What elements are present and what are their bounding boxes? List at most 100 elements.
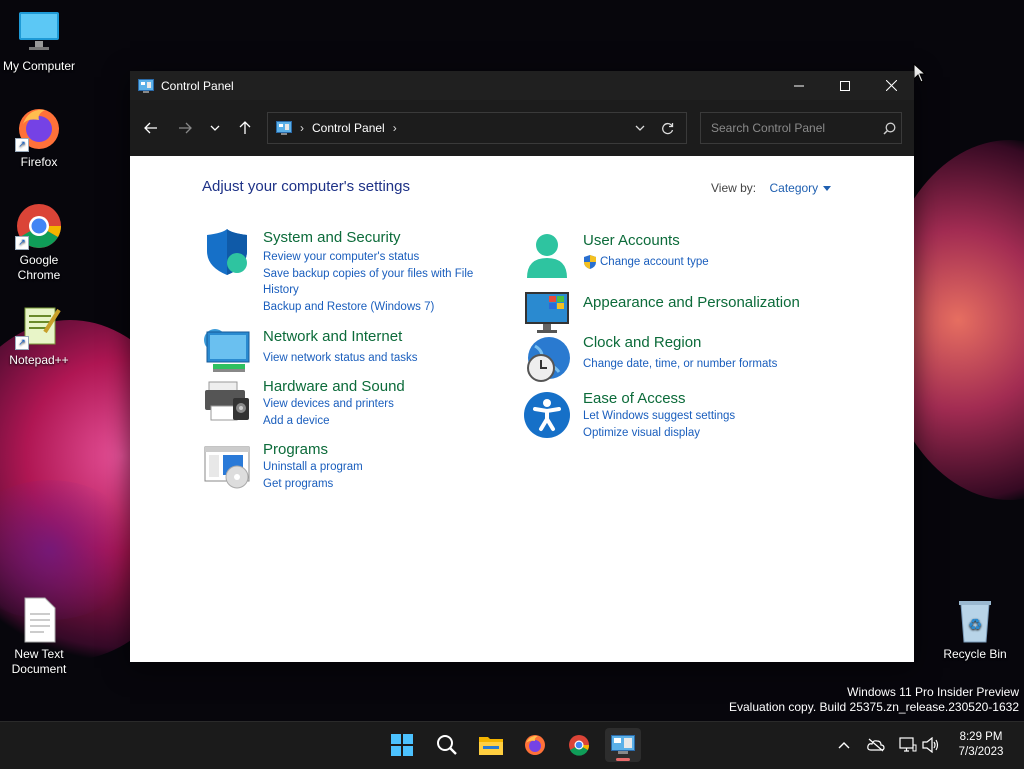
taskbar-search-button[interactable] bbox=[429, 728, 465, 762]
link-change-date-time[interactable]: Change date, time, or number formats bbox=[583, 356, 777, 373]
monitor-icon[interactable] bbox=[523, 288, 571, 336]
link-uninstall-program[interactable]: Uninstall a program bbox=[263, 459, 363, 476]
breadcrumb-item[interactable]: Control Panel bbox=[312, 121, 385, 135]
search-box[interactable] bbox=[700, 112, 902, 144]
network-icon[interactable] bbox=[203, 328, 251, 376]
taskbar-clock[interactable]: 8:29 PM 7/3/2023 bbox=[948, 730, 1014, 760]
forward-button[interactable] bbox=[168, 112, 202, 144]
title-bar[interactable]: Control Panel bbox=[130, 71, 914, 100]
refresh-icon bbox=[662, 122, 674, 134]
link-windows-suggest[interactable]: Let Windows suggest settings bbox=[583, 408, 735, 425]
computer-icon bbox=[15, 8, 63, 56]
desktop-icon-recycle-bin[interactable]: ♻ Recycle Bin bbox=[937, 596, 1013, 662]
taskbar-file-explorer[interactable] bbox=[473, 728, 509, 762]
onedrive-tray-button[interactable] bbox=[866, 735, 886, 755]
view-by-value: Category bbox=[769, 181, 819, 195]
view-by-dropdown[interactable]: Category bbox=[769, 181, 832, 195]
taskbar-control-panel[interactable] bbox=[605, 728, 641, 762]
maximize-icon bbox=[840, 80, 850, 91]
category-title[interactable]: Clock and Region bbox=[583, 334, 701, 351]
category-links: Change account type bbox=[583, 254, 709, 271]
network-tray-button[interactable] bbox=[898, 735, 918, 755]
breadcrumb-separator-icon[interactable]: › bbox=[393, 121, 397, 135]
clock-date: 7/3/2023 bbox=[958, 746, 1004, 758]
watermark-line: Evaluation copy. Build 25375.zn_release.… bbox=[729, 700, 1019, 714]
start-icon bbox=[391, 734, 413, 756]
recent-locations-button[interactable] bbox=[202, 112, 228, 144]
user-icon[interactable] bbox=[523, 232, 571, 280]
chrome-icon: ↗ bbox=[15, 202, 63, 250]
link-optimize-display[interactable]: Optimize visual display bbox=[583, 425, 735, 442]
svg-text:♻: ♻ bbox=[968, 615, 982, 634]
link-get-programs[interactable]: Get programs bbox=[263, 476, 363, 493]
clock-time: 8:29 PM bbox=[959, 731, 1003, 743]
link-backup-restore[interactable]: Backup and Restore (Windows 7) bbox=[263, 299, 473, 316]
desktop-icon-firefox[interactable]: ↗ Firefox bbox=[1, 104, 77, 170]
desktop-icon-notepadpp[interactable]: ↗ Notepad++ bbox=[1, 302, 77, 368]
active-app-indicator bbox=[616, 758, 630, 761]
taskbar: 8:29 PM 7/3/2023 bbox=[0, 721, 1024, 769]
category-title[interactable]: Appearance and Personalization bbox=[583, 294, 800, 311]
shield-icon[interactable] bbox=[203, 229, 251, 277]
page-heading: Adjust your computer's settings bbox=[202, 178, 410, 195]
link-change-account-type[interactable]: Change account type bbox=[583, 254, 709, 271]
category-title[interactable]: Ease of Access bbox=[583, 390, 686, 407]
show-hidden-icons-button[interactable] bbox=[834, 735, 854, 755]
search-icon[interactable] bbox=[883, 122, 896, 135]
maximize-button[interactable] bbox=[822, 71, 868, 100]
up-button[interactable] bbox=[228, 112, 262, 144]
link-save-backup[interactable]: Save backup copies of your files with Fi… bbox=[263, 266, 473, 283]
start-button[interactable] bbox=[384, 728, 420, 762]
category-title[interactable]: Hardware and Sound bbox=[263, 378, 405, 395]
printer-icon[interactable] bbox=[203, 378, 251, 426]
category-title[interactable]: Network and Internet bbox=[263, 328, 402, 345]
search-input[interactable] bbox=[709, 120, 873, 136]
back-button[interactable] bbox=[134, 112, 168, 144]
close-button[interactable] bbox=[868, 71, 914, 100]
minimize-button[interactable] bbox=[776, 71, 822, 100]
taskbar-firefox[interactable] bbox=[517, 728, 553, 762]
mouse-cursor-icon bbox=[913, 63, 927, 83]
content-area: Adjust your computer's settings View by:… bbox=[130, 156, 914, 662]
category-links: Uninstall a program Get programs bbox=[263, 459, 363, 492]
control-panel-icon bbox=[276, 121, 292, 135]
link-change-account-type-label: Change account type bbox=[600, 256, 709, 268]
address-bar[interactable]: › Control Panel › bbox=[267, 112, 687, 144]
desktop-icon-label: Recycle Bin bbox=[943, 647, 1007, 661]
link-view-devices[interactable]: View devices and printers bbox=[263, 396, 394, 413]
category-links: View network status and tasks bbox=[263, 350, 417, 367]
speaker-icon bbox=[922, 737, 939, 753]
category-links: Review your computer's status Save backu… bbox=[263, 249, 473, 315]
category-title[interactable]: Programs bbox=[263, 441, 328, 458]
window-title: Control Panel bbox=[161, 78, 234, 93]
link-review-status[interactable]: Review your computer's status bbox=[263, 249, 473, 266]
address-dropdown-button[interactable] bbox=[635, 125, 645, 131]
control-panel-icon bbox=[138, 78, 154, 93]
shortcut-arrow-icon: ↗ bbox=[15, 236, 29, 250]
category-links: Change date, time, or number formats bbox=[583, 356, 777, 373]
taskbar-chrome[interactable] bbox=[561, 728, 597, 762]
breadcrumb-separator-icon[interactable]: › bbox=[300, 121, 304, 135]
shortcut-arrow-icon: ↗ bbox=[15, 138, 29, 152]
category-title[interactable]: User Accounts bbox=[583, 232, 680, 249]
view-by-label: View by: bbox=[711, 181, 757, 195]
link-add-device[interactable]: Add a device bbox=[263, 413, 394, 430]
clock-globe-icon[interactable] bbox=[523, 336, 571, 384]
chevron-down-icon bbox=[635, 125, 645, 131]
volume-tray-button[interactable] bbox=[921, 735, 941, 755]
accessibility-icon[interactable] bbox=[523, 391, 571, 439]
close-icon bbox=[885, 80, 897, 91]
desktop-icon-my-computer[interactable]: My Computer bbox=[1, 8, 77, 74]
programs-icon[interactable] bbox=[203, 441, 251, 489]
control-panel-window: Control Panel › Control Panel › Search C… bbox=[130, 71, 914, 662]
desktop-icon-chrome[interactable]: ↗ Google Chrome bbox=[1, 202, 77, 283]
link-network-status[interactable]: View network status and tasks bbox=[263, 350, 417, 367]
desktop-icon-new-text-document[interactable]: New Text Document bbox=[1, 596, 77, 677]
watermark-line: Windows 11 Pro Insider Preview bbox=[847, 685, 1019, 699]
link-save-backup-cont[interactable]: History bbox=[263, 282, 473, 299]
refresh-button[interactable] bbox=[661, 122, 674, 135]
category-links: Let Windows suggest settings Optimize vi… bbox=[583, 408, 735, 441]
category-links: View devices and printers Add a device bbox=[263, 396, 394, 429]
chevron-down-icon bbox=[210, 125, 220, 131]
category-title[interactable]: System and Security bbox=[263, 229, 401, 246]
